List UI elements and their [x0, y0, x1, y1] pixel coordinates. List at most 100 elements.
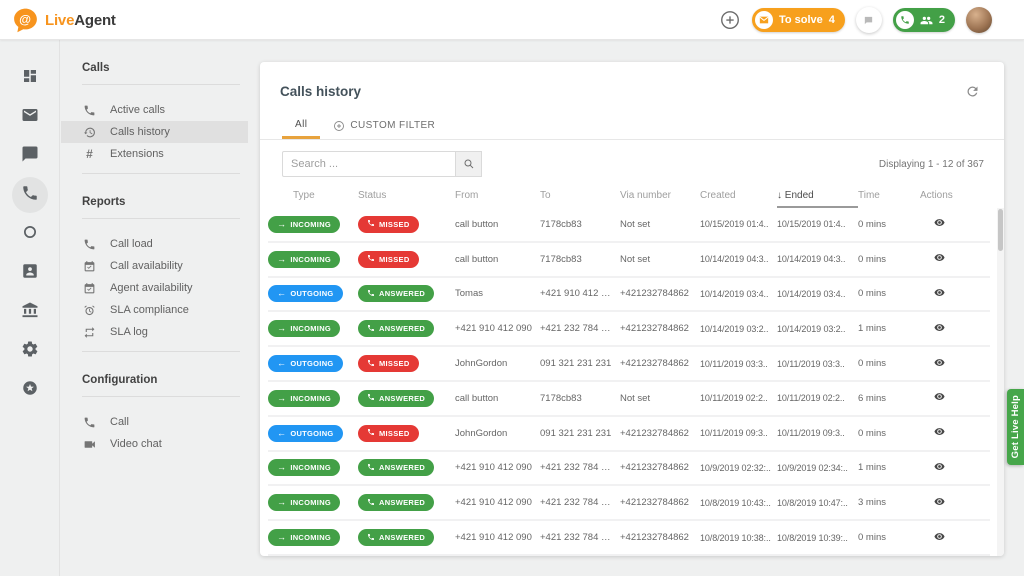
sidebar-item-agent-availability[interactable]: Agent availability	[61, 277, 248, 299]
column-header-created[interactable]: Created	[700, 190, 777, 206]
sidebar-item-label: Call load	[110, 238, 153, 250]
sidebar-item-call-load[interactable]: Call load	[61, 233, 248, 255]
call-status-badge: MISSED	[358, 424, 419, 442]
add-new-button[interactable]	[719, 9, 741, 31]
plus-circle-icon	[334, 120, 345, 131]
tab-custom-filter[interactable]: CUSTOM FILTER	[320, 112, 448, 139]
view-call-button[interactable]	[932, 322, 947, 336]
rail-item-extras[interactable]	[12, 372, 48, 408]
divider	[82, 396, 240, 397]
column-header-via-number[interactable]: Via number	[620, 190, 700, 206]
rail-item-loop[interactable]	[12, 216, 48, 252]
user-avatar[interactable]	[966, 7, 992, 33]
table-row[interactable]: → INCOMING ANSWERED +421 910 412 090 +421 23…	[268, 486, 990, 522]
column-header-ended[interactable]: ↓ Ended	[777, 190, 858, 208]
arrow-right-icon: →	[277, 532, 287, 543]
liveagent-logo[interactable]: @ LiveAgent	[12, 7, 116, 33]
sidebar-item-sla-log[interactable]: SLA log	[61, 321, 248, 343]
search-button[interactable]	[456, 151, 482, 177]
call-status-badge: ANSWERED	[358, 459, 435, 477]
cell-actions	[920, 531, 990, 545]
cell-status: ANSWERED	[358, 459, 455, 477]
section-title-calls: Calls	[82, 62, 110, 74]
cell-from: JohnGordon	[455, 427, 508, 439]
table-row[interactable]: ← OUTGOING MISSED JohnGordon 091 321 231 231…	[268, 416, 990, 452]
arrow-right-icon: →	[277, 323, 287, 334]
sidebar-item-calls-history[interactable]: Calls history	[61, 121, 248, 143]
phone-icon	[367, 359, 375, 369]
search-input[interactable]	[282, 151, 456, 177]
view-call-button[interactable]	[932, 461, 947, 475]
scrollbar-track[interactable]	[997, 208, 1004, 556]
cell-status: MISSED	[358, 215, 455, 233]
sidebar-item-sla-compliance[interactable]: SLA compliance	[61, 299, 248, 321]
view-call-button[interactable]	[932, 252, 947, 266]
agents-online-button[interactable]: 2	[892, 8, 955, 32]
table-row[interactable]: → INCOMING ANSWERED +421 910 412 090 +421 23…	[268, 521, 990, 556]
cell-status: MISSED	[358, 250, 455, 268]
cell-created: 10/14/2019 04:3..	[700, 254, 769, 265]
view-call-button[interactable]	[932, 391, 947, 405]
scrollbar-thumb[interactable]	[998, 209, 1003, 251]
phone-icon	[367, 463, 375, 473]
column-header-time[interactable]: Time	[858, 190, 920, 206]
table-row[interactable]: → INCOMING ANSWERED +421 910 412 090 +421 23…	[268, 312, 990, 348]
table-row[interactable]: → INCOMING MISSED call button 7178cb83 Not se…	[268, 208, 990, 243]
table-row[interactable]: → INCOMING ANSWERED call button 7178cb83 Not …	[268, 381, 990, 417]
cell-via-number: Not set	[620, 392, 651, 404]
column-header-type[interactable]: Type	[268, 190, 358, 206]
view-call-button[interactable]	[932, 426, 947, 440]
cell-ended: 10/9/2019 02:34:..	[777, 462, 848, 473]
arrow-right-icon: →	[277, 462, 287, 473]
rail-item-academy[interactable]	[12, 294, 48, 330]
table-row[interactable]: → INCOMING MISSED call button 7178cb83 Not se…	[268, 242, 990, 278]
view-call-button[interactable]	[932, 287, 947, 301]
cell-status: MISSED	[358, 424, 455, 442]
table-row[interactable]: → INCOMING ANSWERED +421 910 412 090 +421 23…	[268, 451, 990, 487]
cell-status: ANSWERED	[358, 320, 455, 338]
view-call-button[interactable]	[932, 357, 947, 371]
view-call-button[interactable]	[932, 496, 947, 510]
table-row[interactable]: ← OUTGOING MISSED JohnGordon 091 321 231 231…	[268, 347, 990, 382]
arrow-right-icon: →	[277, 218, 287, 229]
rail-item-chats[interactable]	[12, 138, 48, 174]
cell-time: 0 mins	[858, 288, 886, 300]
phone-icon	[367, 324, 375, 334]
column-header-actions[interactable]: Actions	[920, 190, 990, 206]
sidebar: Calls Active calls Calls history # Extension…	[61, 40, 248, 576]
rail-item-contacts[interactable]	[12, 255, 48, 291]
column-header-from[interactable]: From	[455, 190, 540, 206]
sidebar-item-extensions[interactable]: # Extensions	[61, 143, 248, 165]
cell-time: 0 mins	[858, 427, 886, 439]
sidebar-item-video-chat[interactable]: Video chat	[61, 433, 248, 455]
rail-item-settings[interactable]	[12, 333, 48, 369]
chat-widget-button[interactable]	[855, 7, 882, 33]
arrow-left-icon: ←	[277, 358, 287, 369]
cell-created: 10/11/2019 02:2..	[700, 393, 768, 404]
phone-icon	[367, 533, 375, 543]
sidebar-item-call-availability[interactable]: Call availability	[61, 255, 248, 277]
view-call-button[interactable]	[932, 217, 947, 231]
call-status-badge: ANSWERED	[358, 285, 435, 303]
eye-icon	[932, 322, 947, 336]
column-header-status[interactable]: Status	[358, 190, 455, 206]
column-header-to[interactable]: To	[540, 190, 620, 206]
get-live-help-button[interactable]: Get Live Help	[1007, 389, 1024, 465]
rail-item-dashboard[interactable]	[12, 60, 48, 96]
call-type-badge: → INCOMING	[268, 250, 341, 268]
table-row[interactable]: ← OUTGOING ANSWERED Tomas +421 910 412 090 +4…	[268, 277, 990, 313]
repeat-icon	[82, 326, 97, 339]
rail-item-tickets[interactable]	[12, 99, 48, 135]
table-header: Type Status From To Via number Created ↓ Ended…	[268, 190, 990, 208]
tab-all[interactable]: All	[282, 112, 321, 139]
rail-item-calls[interactable]	[11, 177, 48, 213]
call-status-badge: MISSED	[358, 250, 419, 268]
divider	[82, 218, 240, 219]
call-status-badge: ANSWERED	[358, 494, 435, 512]
refresh-button[interactable]	[965, 84, 980, 99]
sidebar-item-active-calls[interactable]: Active calls	[61, 99, 248, 121]
cell-to: +421 232 784 862	[540, 462, 617, 474]
sidebar-item-call[interactable]: Call	[61, 411, 248, 433]
view-call-button[interactable]	[932, 531, 947, 545]
to-solve-button[interactable]: To solve 4	[751, 8, 845, 32]
